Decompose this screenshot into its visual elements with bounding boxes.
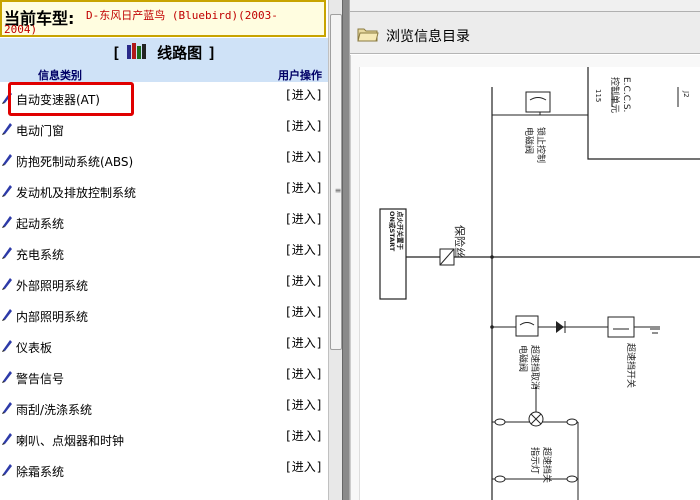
enter-link[interactable]: [进入] <box>285 272 323 289</box>
right-top-strip <box>350 0 700 12</box>
list-item-label[interactable]: 内部照明系统 <box>16 308 88 325</box>
folder-icon <box>357 28 379 42</box>
ignition-switch-label-1: 点火开关置于 <box>396 211 405 251</box>
list-item[interactable]: 外部照明系统 [进入] <box>0 270 328 301</box>
main-wire <box>406 248 700 266</box>
pin-j2-label: J2 <box>682 90 690 98</box>
list-item[interactable]: 防抱死制动系统(ABS) [进入] <box>0 146 328 177</box>
browse-toolbar: 浏览信息目录 <box>350 12 700 54</box>
list-item[interactable]: 内部照明系统 [进入] <box>0 301 328 332</box>
enter-link[interactable]: [进入] <box>285 86 323 103</box>
list-item-label[interactable]: 发动机及排放控制系统 <box>16 184 136 201</box>
section-title-text: 线路图 <box>157 44 203 62</box>
wiring-diagram: E.C.C.S. 控制单元 115 J2 锁止控制 电磁阀 点火开关置于 ON或… <box>359 65 700 500</box>
enter-link[interactable]: [进入] <box>285 396 323 413</box>
enter-link[interactable]: [进入] <box>285 148 323 165</box>
od-lamp-label-2: 指示灯 <box>529 447 541 474</box>
left-pane: 当前车型: D-东风日产蓝鸟 (Bluebird)(2003- 2004) [ … <box>0 0 328 500</box>
ecu-label-1: E.C.C.S. <box>621 77 631 112</box>
list-item[interactable]: 雨刮/洗涤系统 [进入] <box>0 394 328 425</box>
od-switch-label: 超速挡开关 <box>625 343 637 388</box>
column-header-action: 用户操作 <box>278 69 322 82</box>
ignition-switch-label-2: ON或START <box>388 211 397 252</box>
pane-splitter[interactable] <box>342 0 350 500</box>
blue-pen-icon <box>2 309 12 321</box>
lockup-valve-label-1: 锁止控制 <box>535 127 547 163</box>
blue-pen-icon <box>2 371 12 383</box>
list-item[interactable]: 充电系统 [进入] <box>0 239 328 270</box>
current-car-value-cont: 2004) <box>4 23 38 36</box>
blue-pen-icon <box>2 216 12 228</box>
list-item[interactable]: 除霜系统 [进入] <box>0 456 328 487</box>
list-item[interactable]: 警告信号 [进入] <box>0 363 328 394</box>
fuse-label: 保险丝 <box>453 225 467 258</box>
blue-pen-icon <box>2 340 12 352</box>
lockup-valve-label-2: 电磁阀 <box>523 127 535 154</box>
enter-link[interactable]: [进入] <box>285 365 323 382</box>
enter-link[interactable]: [进入] <box>285 458 323 475</box>
scroll-thumb[interactable]: ≡ <box>330 14 342 350</box>
enter-link[interactable]: [进入] <box>285 334 323 351</box>
current-car-value: D-东风日产蓝鸟 (Bluebird)(2003- <box>86 9 278 22</box>
enter-link[interactable]: [进入] <box>285 427 323 444</box>
list-item-label[interactable]: 除霜系统 <box>16 463 64 480</box>
blue-pen-icon <box>2 433 12 445</box>
list-item-label[interactable]: 喇叭、点烟器和时钟 <box>16 432 124 449</box>
list-item[interactable]: 发动机及排放控制系统 [进入] <box>0 177 328 208</box>
od-branch <box>490 315 660 338</box>
list-item-label[interactable]: 仪表板 <box>16 339 52 356</box>
ecu-box <box>587 65 700 160</box>
blue-pen-icon <box>2 402 12 414</box>
wiring-diagram-svg: E.C.C.S. 控制单元 115 J2 锁止控制 电磁阀 点火开关置于 ON或… <box>379 65 700 500</box>
enter-link[interactable]: [进入] <box>285 210 323 227</box>
diagram-viewport[interactable]: E.C.C.S. 控制单元 115 J2 锁止控制 电磁阀 点火开关置于 ON或… <box>350 55 700 500</box>
books-icon <box>126 43 146 59</box>
list-item[interactable]: 电动门窗 [进入] <box>0 115 328 146</box>
section-title-bar: [ 线路图 ] <box>0 38 328 64</box>
blue-pen-icon <box>2 278 12 290</box>
section-title: [ 线路图 ] <box>0 42 328 63</box>
list-item-label[interactable]: 电动门窗 <box>16 122 64 139</box>
od-lamp-label-1: 超速挡关 <box>541 447 553 483</box>
list-item-label[interactable]: 外部照明系统 <box>16 277 88 294</box>
list-item-label[interactable]: 起动系统 <box>16 215 64 232</box>
enter-link[interactable]: [进入] <box>285 117 323 134</box>
browse-title: 浏览信息目录 <box>386 29 470 45</box>
lower-wiring <box>492 387 579 500</box>
od-cancel-label-2: 电磁阀 <box>517 345 529 372</box>
blue-pen-icon <box>2 464 12 476</box>
scroll-up-button[interactable] <box>329 0 343 14</box>
pin-115-label: 115 <box>594 89 602 102</box>
bracket-open: [ <box>111 44 121 62</box>
list-item[interactable]: 仪表板 [进入] <box>0 332 328 363</box>
list-item[interactable]: 喇叭、点烟器和时钟 [进入] <box>0 425 328 456</box>
blue-pen-icon <box>2 154 12 166</box>
enter-link[interactable]: [进入] <box>285 241 323 258</box>
column-headers: 信息类别 用户操作 <box>0 64 328 82</box>
list-item-label[interactable]: 防抱死制动系统(ABS) <box>16 153 133 170</box>
current-car-header: 当前车型: D-东风日产蓝鸟 (Bluebird)(2003- 2004) <box>0 0 326 37</box>
od-cancel-label-1: 超速挡取消 <box>529 345 541 390</box>
blue-pen-icon <box>2 185 12 197</box>
enter-link[interactable]: [进入] <box>285 303 323 320</box>
list-item-label[interactable]: 雨刮/洗涤系统 <box>16 401 92 418</box>
blue-pen-icon <box>2 247 12 259</box>
enter-link[interactable]: [进入] <box>285 179 323 196</box>
right-pane: 浏览信息目录 E.C.C.S. 控制单元 115 J2 锁止控制 电磁阀 点火开… <box>350 0 700 500</box>
ecu-label-2: 控制单元 <box>609 77 621 113</box>
highlight-annotation <box>8 82 134 116</box>
left-scrollbar[interactable]: ≡ <box>328 0 343 500</box>
blue-pen-icon <box>2 123 12 135</box>
list-item[interactable]: 起动系统 [进入] <box>0 208 328 239</box>
column-header-type: 信息类别 <box>38 69 82 82</box>
list-item-label[interactable]: 警告信号 <box>16 370 64 387</box>
bracket-close: ] <box>207 44 217 62</box>
list-item-label[interactable]: 充电系统 <box>16 246 64 263</box>
